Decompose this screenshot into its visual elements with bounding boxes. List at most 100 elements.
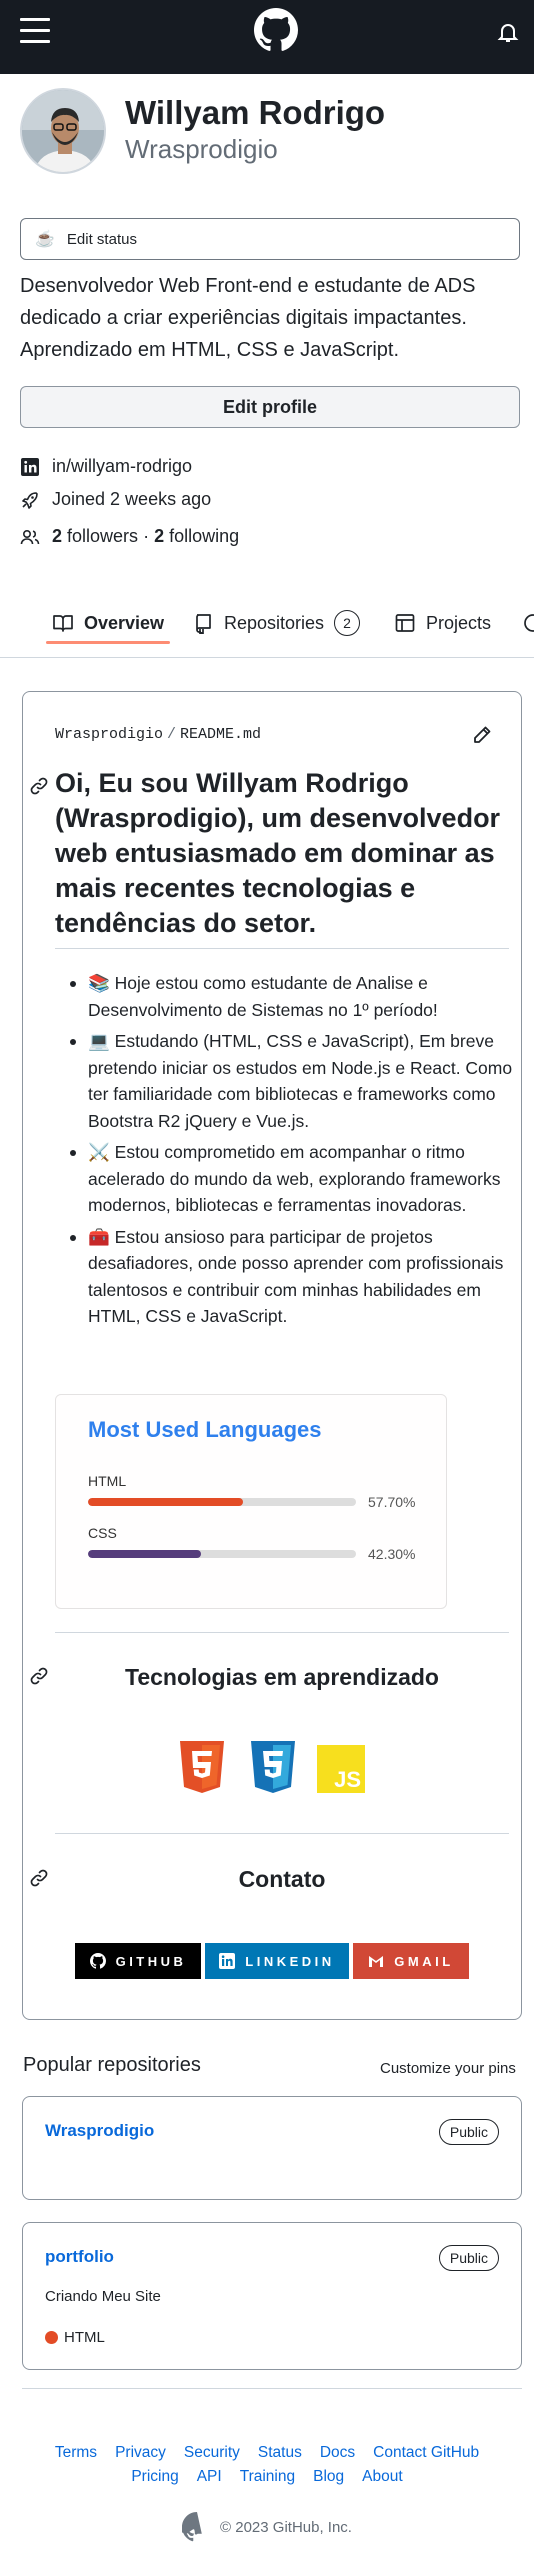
list-item: ⚔️ Estou comprometido em acompanhar o ri… bbox=[70, 1139, 518, 1219]
repo-icon bbox=[192, 612, 214, 634]
language-percent: 57.70% bbox=[368, 1494, 416, 1510]
popular-repositories-title: Popular repositories bbox=[23, 2054, 201, 2076]
repositories-count-badge: 2 bbox=[334, 610, 361, 636]
visibility-badge: Public bbox=[438, 2245, 499, 2271]
table-icon bbox=[394, 612, 416, 634]
linkedin-badge-label: LINKEDIN bbox=[245, 1953, 335, 1969]
edit-profile-button[interactable]: Edit profile bbox=[20, 386, 520, 428]
path-separator: / bbox=[167, 726, 177, 743]
repo-name-link[interactable]: portfolio bbox=[45, 2247, 114, 2267]
package-icon bbox=[524, 614, 534, 632]
github-badge-label: GITHUB bbox=[115, 1953, 187, 1969]
joined-date: Joined 2 weeks ago bbox=[52, 489, 212, 509]
language-name: HTML bbox=[88, 1473, 127, 1489]
footer-link-docs[interactable]: Docs bbox=[320, 2444, 355, 2462]
joined-row: Joined 2 weeks ago bbox=[20, 489, 211, 510]
most-used-languages-card: Most Used Languages HTML 57.70% CSS 42.3… bbox=[55, 1394, 447, 1609]
css3-icon bbox=[251, 1741, 295, 1793]
top-navigation-bar bbox=[0, 0, 534, 74]
following-count[interactable]: 2 bbox=[154, 526, 164, 547]
followers-label[interactable]: followers bbox=[67, 526, 138, 547]
followers-count[interactable]: 2 bbox=[52, 526, 62, 547]
footer-links-row-2: Pricing API Training Blog About bbox=[0, 2468, 534, 2486]
footer-link-pricing[interactable]: Pricing bbox=[131, 2468, 178, 2486]
avatar[interactable] bbox=[20, 88, 106, 174]
customize-pins-link[interactable]: Customize your pins bbox=[380, 2060, 516, 2077]
language-bar-track bbox=[88, 1550, 356, 1558]
readme-path: Wrasprodigio / README.md bbox=[55, 726, 261, 743]
readme-heading: Oi, Eu sou Willyam Rodrigo (Wrasprodigio… bbox=[55, 768, 501, 938]
footer-links-row-1: Terms Privacy Security Status Docs Conta… bbox=[0, 2444, 534, 2462]
username: Wrasprodigio bbox=[125, 134, 278, 164]
readme-owner[interactable]: Wrasprodigio bbox=[55, 726, 163, 743]
repo-language-label: HTML bbox=[64, 2329, 105, 2346]
repo-language: HTML bbox=[45, 2329, 105, 2346]
link-icon[interactable] bbox=[29, 1666, 49, 1686]
languages-card-title: Most Used Languages bbox=[88, 1417, 322, 1442]
github-logo-icon bbox=[89, 1953, 106, 1969]
linkedin-link-row[interactable]: in/willyam-rodrigo bbox=[20, 456, 192, 477]
footer-link-terms[interactable]: Terms bbox=[55, 2444, 97, 2462]
profile-bio: Desenvolvedor Web Front-end e estudante … bbox=[20, 275, 476, 361]
rocket-icon bbox=[20, 490, 40, 510]
footer-link-api[interactable]: API bbox=[197, 2468, 222, 2486]
tab-repositories[interactable]: Repositories 2 bbox=[192, 588, 361, 657]
footer-link-security[interactable]: Security bbox=[184, 2444, 240, 2462]
list-item: 🧰 Estou ansioso para participar de proje… bbox=[70, 1224, 518, 1330]
tab-more-overflow[interactable] bbox=[522, 588, 534, 657]
github-logo-icon[interactable] bbox=[182, 2512, 212, 2542]
language-percent: 42.30% bbox=[368, 1546, 416, 1562]
coffee-icon: ☕ bbox=[35, 231, 55, 248]
hamburger-icon[interactable] bbox=[20, 18, 50, 44]
linkedin-badge[interactable]: LINKEDIN bbox=[205, 1943, 349, 1979]
footer-link-about[interactable]: About bbox=[362, 2468, 403, 2486]
readme-card: Wrasprodigio / README.md Oi, Eu sou Willya… bbox=[22, 691, 522, 2020]
link-icon[interactable] bbox=[29, 1868, 49, 1888]
tab-projects-label: Projects bbox=[426, 612, 492, 633]
repo-description: Criando Meu Site bbox=[45, 2288, 161, 2305]
svg-text:JS: JS bbox=[334, 1767, 361, 1792]
language-bar-track bbox=[88, 1498, 356, 1506]
section-divider bbox=[55, 1833, 509, 1834]
following-label[interactable]: following bbox=[169, 526, 239, 547]
copyright-text: © 2023 GitHub, Inc. bbox=[220, 2518, 352, 2536]
visibility-badge: Public bbox=[438, 2119, 499, 2145]
language-bar-fill bbox=[88, 1550, 202, 1558]
bell-icon[interactable] bbox=[496, 20, 520, 44]
separator-dot: · bbox=[143, 526, 150, 546]
footer-copyright: © 2023 GitHub, Inc. bbox=[0, 2512, 534, 2542]
linkedin-link[interactable]: in/willyam-rodrigo bbox=[52, 456, 192, 477]
section-divider bbox=[55, 1632, 509, 1633]
gmail-badge[interactable]: GMAIL bbox=[353, 1943, 469, 1979]
readme-list: 📚 Hoje estou como estudante de Analise e… bbox=[70, 970, 518, 1335]
footer-link-privacy[interactable]: Privacy bbox=[115, 2444, 166, 2462]
repo-card: Wrasprodigio Public bbox=[22, 2096, 522, 2200]
linkedin-icon bbox=[219, 1953, 236, 1969]
tab-repositories-label: Repositories bbox=[224, 612, 325, 633]
followers-row: 2 followers · 2 following bbox=[20, 526, 239, 547]
tab-overview[interactable]: Overview bbox=[46, 588, 171, 657]
display-name: Willyam Rodrigo bbox=[125, 94, 386, 131]
linkedin-icon bbox=[20, 457, 40, 477]
github-logo-icon[interactable] bbox=[254, 8, 298, 52]
footer-link-contact[interactable]: Contact GitHub bbox=[373, 2444, 479, 2462]
tech-section-title: Tecnologias em aprendizado bbox=[125, 1664, 439, 1690]
profile-tabs: Overview Repositories 2 Projects bbox=[0, 588, 534, 658]
footer-link-training[interactable]: Training bbox=[240, 2468, 295, 2486]
github-badge[interactable]: GITHUB bbox=[75, 1943, 201, 1979]
gmail-icon bbox=[369, 1956, 384, 1967]
tab-projects[interactable]: Projects bbox=[394, 588, 492, 657]
footer-divider bbox=[22, 2388, 522, 2389]
list-item: 💻 Estudando (HTML, CSS e JavaScript), Em… bbox=[70, 1028, 518, 1134]
repo-card: portfolio Public Criando Meu Site HTML bbox=[22, 2222, 522, 2370]
link-icon[interactable] bbox=[29, 776, 49, 796]
footer-link-blog[interactable]: Blog bbox=[313, 2468, 344, 2486]
pencil-icon[interactable] bbox=[471, 724, 493, 746]
readme-file[interactable]: README.md bbox=[180, 726, 261, 743]
footer-link-status[interactable]: Status bbox=[258, 2444, 302, 2462]
book-icon bbox=[52, 612, 74, 634]
repo-name-link[interactable]: Wrasprodigio bbox=[45, 2121, 154, 2141]
edit-status-button[interactable]: ☕ Edit status bbox=[20, 218, 520, 260]
html5-icon bbox=[180, 1741, 224, 1793]
javascript-icon: JS bbox=[317, 1745, 365, 1793]
